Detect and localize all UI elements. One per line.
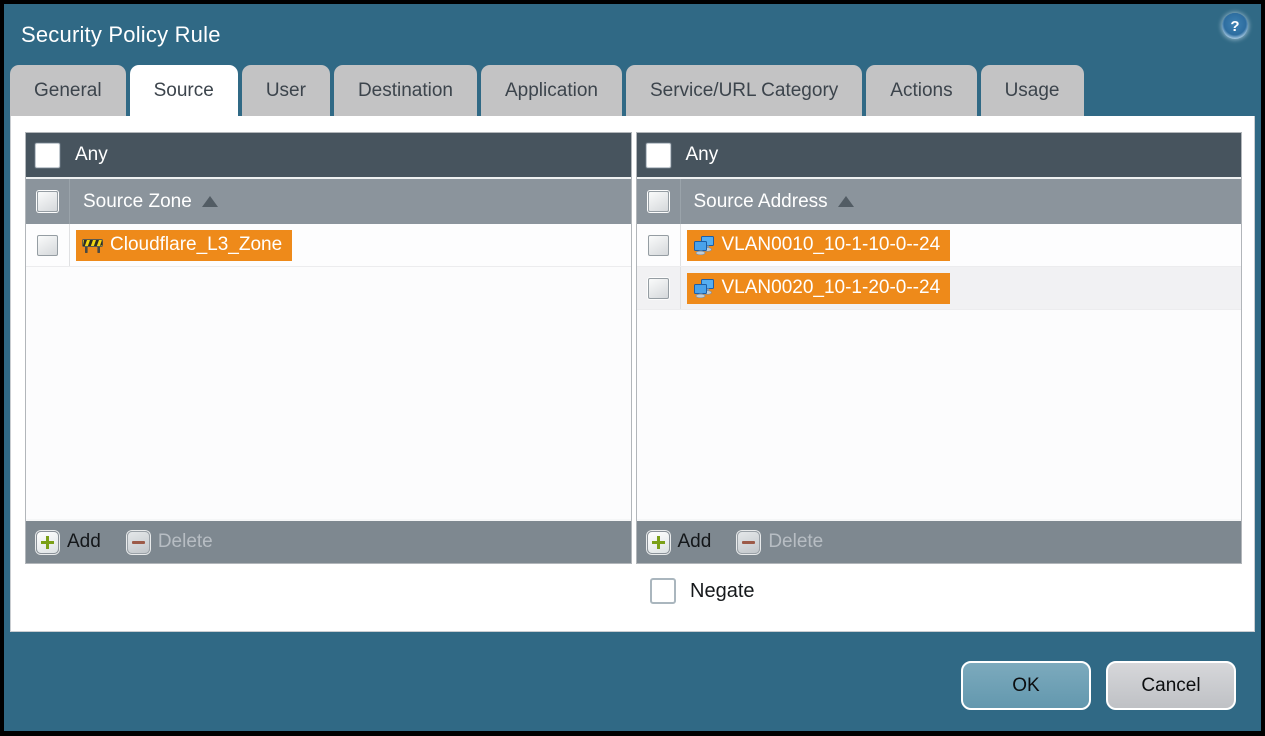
tab-bar: General Source User Destination Applicat… — [4, 65, 1261, 116]
source-address-entry-label: VLAN0010_10-1-10-0--24 — [721, 234, 941, 255]
source-address-delete-button[interactable]: Delete — [737, 530, 823, 554]
delete-icon — [737, 530, 761, 554]
source-address-panel: Any Source Address VLAN0010_10-1-10-0--2… — [635, 132, 1242, 564]
source-zone-column-label: Source Zone — [83, 190, 192, 212]
source-zone-any-header: Any — [26, 133, 631, 177]
source-address-column-header[interactable]: Source Address — [636, 177, 1241, 224]
tab-user[interactable]: User — [241, 65, 330, 116]
table-row: VLAN0020_10-1-20-0--24 — [636, 267, 1241, 310]
source-zone-panel: Any Source Zone Cloudflare_L3_Zone Add D… — [25, 132, 632, 564]
tab-service-url-category[interactable]: Service/URL Category — [625, 65, 863, 116]
dialog-title: Security Policy Rule — [21, 21, 221, 47]
source-address-entry[interactable]: VLAN0010_10-1-10-0--24 — [686, 229, 951, 261]
source-zone-column-header[interactable]: Source Zone — [26, 177, 631, 224]
source-address-column-label: Source Address — [693, 190, 828, 212]
source-tab-content: Any Source Zone Cloudflare_L3_Zone Add D… — [10, 116, 1255, 632]
source-address-select-all-checkbox[interactable] — [647, 191, 669, 212]
cancel-button[interactable]: Cancel — [1106, 661, 1236, 710]
sort-ascending-icon — [837, 196, 854, 207]
help-icon[interactable]: ? — [1222, 13, 1248, 39]
source-address-entry-label: VLAN0020_10-1-20-0--24 — [721, 277, 941, 298]
source-address-list: VLAN0010_10-1-10-0--24 VLAN0020_10-1-20-… — [636, 224, 1241, 519]
source-zone-any-checkbox[interactable] — [35, 142, 60, 168]
source-zone-add-button[interactable]: Add — [36, 530, 101, 554]
tab-source[interactable]: Source — [129, 65, 238, 116]
source-address-row-checkbox[interactable] — [647, 234, 669, 256]
dialog-actions: OK Cancel — [961, 661, 1236, 710]
tab-usage[interactable]: Usage — [980, 65, 1084, 116]
source-zone-select-all-checkbox[interactable] — [37, 191, 58, 212]
source-zone-delete-button[interactable]: Delete — [126, 530, 213, 554]
source-address-add-button[interactable]: Add — [646, 530, 711, 554]
source-zone-list: Cloudflare_L3_Zone — [26, 224, 631, 519]
tab-destination[interactable]: Destination — [333, 65, 477, 116]
titlebar: Security Policy Rule ? — [4, 4, 1261, 65]
tab-application[interactable]: Application — [481, 65, 622, 116]
source-zone-select-all-cell — [26, 179, 70, 224]
add-icon — [646, 530, 670, 554]
add-icon — [36, 530, 59, 554]
address-icon — [693, 235, 714, 255]
source-zone-any-label: Any — [75, 144, 108, 165]
sort-ascending-icon — [201, 196, 218, 207]
security-policy-rule-dialog: Security Policy Rule ? General Source Us… — [0, 0, 1265, 736]
source-zone-entry[interactable]: Cloudflare_L3_Zone — [76, 229, 293, 261]
source-address-any-header: Any — [636, 133, 1241, 177]
negate-row: Negate — [650, 578, 1254, 604]
source-zone-row-checkbox[interactable] — [37, 234, 58, 256]
table-row: Cloudflare_L3_Zone — [26, 224, 631, 267]
tab-general[interactable]: General — [10, 65, 126, 116]
negate-label: Negate — [690, 579, 755, 602]
source-address-footer: Add Delete — [636, 519, 1241, 563]
source-zone-entry-label: Cloudflare_L3_Zone — [110, 234, 283, 255]
tab-actions[interactable]: Actions — [866, 65, 977, 116]
source-address-any-label: Any — [685, 144, 719, 165]
source-address-row-checkbox[interactable] — [647, 277, 669, 299]
source-zone-footer: Add Delete — [26, 519, 631, 563]
address-icon — [693, 278, 714, 298]
negate-checkbox[interactable] — [650, 578, 676, 604]
source-address-select-all-cell — [637, 179, 681, 224]
source-address-entry[interactable]: VLAN0020_10-1-20-0--24 — [686, 272, 951, 304]
zone-icon — [82, 238, 103, 253]
panels: Any Source Zone Cloudflare_L3_Zone Add D… — [11, 116, 1254, 564]
table-row: VLAN0010_10-1-10-0--24 — [636, 224, 1241, 267]
ok-button[interactable]: OK — [961, 661, 1091, 710]
source-address-any-checkbox[interactable] — [645, 142, 671, 168]
delete-icon — [126, 530, 150, 554]
